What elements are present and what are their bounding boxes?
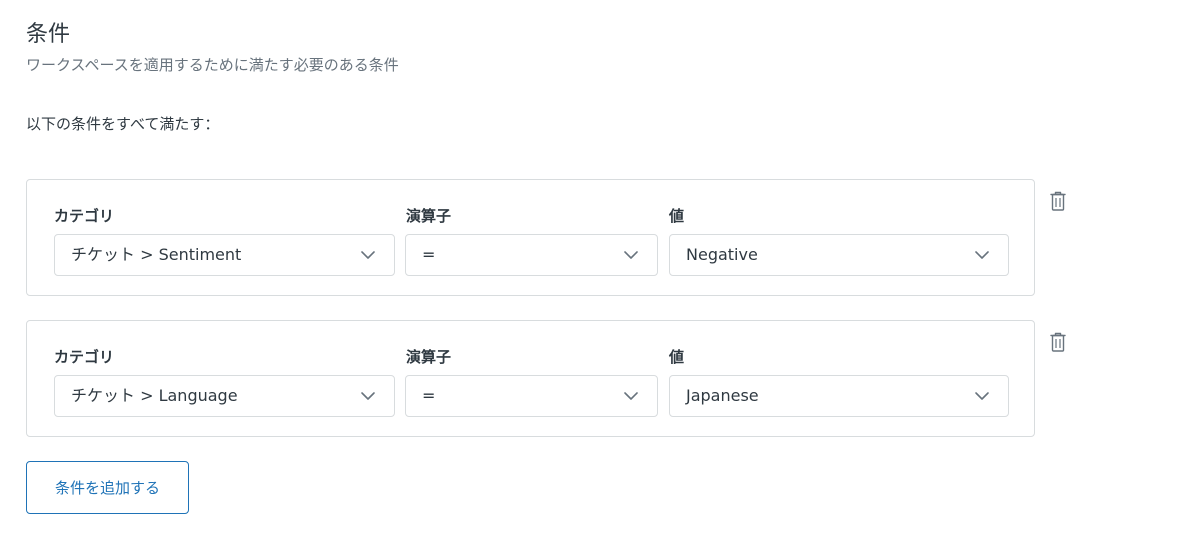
chevron-down-icon	[361, 392, 375, 400]
operator-select-value: =	[422, 386, 436, 405]
value-label: 値	[669, 348, 685, 366]
operator-select[interactable]: =	[405, 375, 658, 417]
condition-row: カテゴリ 演算子 値 チケット > Language = Japanese	[26, 320, 1035, 437]
chevron-down-icon	[975, 392, 989, 400]
chevron-down-icon	[361, 251, 375, 259]
value-select-value: Negative	[686, 245, 758, 264]
operator-label: 演算子	[406, 348, 452, 366]
page-title: 条件	[26, 22, 71, 47]
chevron-down-icon	[975, 251, 989, 259]
chevron-down-icon	[624, 251, 638, 259]
category-select-value: チケット > Sentiment	[71, 245, 242, 264]
operator-select[interactable]: =	[405, 234, 658, 276]
operator-select-value: =	[422, 245, 436, 264]
operator-label: 演算子	[406, 207, 452, 225]
category-select[interactable]: チケット > Language	[54, 375, 395, 417]
condition-row: カテゴリ 演算子 値 チケット > Sentiment = Negative	[26, 179, 1035, 296]
chevron-down-icon	[624, 392, 638, 400]
trash-icon[interactable]	[1049, 190, 1067, 212]
page-subtitle: ワークスペースを適用するために満たす必要のある条件	[26, 56, 399, 74]
value-select[interactable]: Japanese	[669, 375, 1009, 417]
value-select-value: Japanese	[686, 386, 759, 405]
value-select[interactable]: Negative	[669, 234, 1009, 276]
category-label: カテゴリ	[54, 348, 115, 366]
trash-icon[interactable]	[1049, 331, 1067, 353]
category-select-value: チケット > Language	[71, 386, 238, 405]
value-label: 値	[669, 207, 685, 225]
category-select[interactable]: チケット > Sentiment	[54, 234, 395, 276]
add-condition-button[interactable]: 条件を追加する	[26, 461, 189, 514]
category-label: カテゴリ	[54, 207, 115, 225]
match-all-label: 以下の条件をすべて満たす：	[26, 115, 220, 133]
